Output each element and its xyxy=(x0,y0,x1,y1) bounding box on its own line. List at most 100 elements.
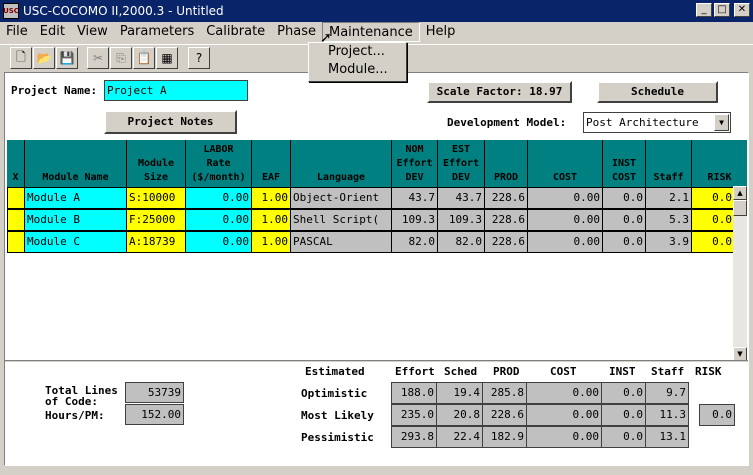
pessimistic-prod: 182.9 xyxy=(482,426,527,448)
labor-rate-cell[interactable]: 0.00 xyxy=(186,231,252,253)
module-name-cell[interactable]: Module B xyxy=(25,209,127,231)
risk-cell[interactable]: 0.0 xyxy=(692,187,735,209)
menu-calibrate[interactable]: Calibrate xyxy=(200,22,271,42)
column-header-cost[interactable]: COST xyxy=(528,140,603,187)
column-header-labor-rate[interactable]: LABOR Rate ($/month) xyxy=(186,140,252,187)
module-name-cell[interactable]: Module C xyxy=(25,231,127,253)
menu-edit[interactable]: Edit xyxy=(34,22,71,42)
prod-cell: 228.6 xyxy=(485,187,528,209)
column-header-x[interactable]: X xyxy=(7,140,25,187)
staff-cell: 2.1 xyxy=(646,187,692,209)
module-grid-header: X Module Name Module Size LABOR Rate ($/… xyxy=(7,140,747,187)
est-effort-cell: 82.0 xyxy=(438,231,485,253)
nom-effort-cell: 43.7 xyxy=(392,187,438,209)
save-icon[interactable]: 💾 xyxy=(56,47,78,69)
row-select-cell[interactable] xyxy=(7,231,25,253)
column-header-prod[interactable]: PROD xyxy=(485,140,528,187)
cost-cell: 0.00 xyxy=(528,209,603,231)
table-row[interactable]: Module A S:10000 0.00 1.00 Object-Orient… xyxy=(7,187,735,209)
most-likely-sched: 20.8 xyxy=(436,404,483,426)
column-header-inst-cost[interactable]: INST COST xyxy=(603,140,646,187)
project-notes-button[interactable]: Project Notes xyxy=(104,110,237,134)
hours-per-pm-field[interactable]: 152.00 xyxy=(125,404,184,425)
module-name-cell[interactable]: Module A xyxy=(25,187,127,209)
development-model-select[interactable]: Post Architecture ▼ xyxy=(583,112,731,133)
row-select-cell[interactable] xyxy=(7,209,25,231)
paste-icon[interactable]: 📋 xyxy=(133,47,155,69)
risk-cell[interactable]: 0.0 xyxy=(692,231,735,253)
scrollbar-thumb[interactable] xyxy=(733,200,747,216)
minimize-button[interactable]: _ xyxy=(696,3,712,17)
menu-item-module[interactable]: Module... xyxy=(309,61,406,79)
cost-cell: 0.00 xyxy=(528,187,603,209)
optimistic-effort: 188.0 xyxy=(391,382,437,404)
inst-cost-cell: 0.0 xyxy=(603,231,646,253)
scroll-down-icon[interactable]: ▼ xyxy=(733,347,747,361)
nom-effort-cell: 82.0 xyxy=(392,231,438,253)
sched-header: Sched xyxy=(444,365,478,378)
pessimistic-sched: 22.4 xyxy=(436,426,483,448)
scroll-up-icon[interactable]: ▲ xyxy=(733,186,747,200)
open-folder-icon[interactable]: 📂 xyxy=(33,47,55,69)
column-header-staff[interactable]: Staff xyxy=(646,140,692,187)
total-loc-label-2: of Code: xyxy=(45,395,98,408)
help-icon[interactable]: ? xyxy=(188,47,210,69)
labor-rate-cell[interactable]: 0.00 xyxy=(186,187,252,209)
table-row[interactable]: Module C A:18739 0.00 1.00 PASCAL 82.0 8… xyxy=(7,231,735,253)
menu-maintenance[interactable]: Maintenance xyxy=(322,22,420,42)
optimistic-prod: 285.8 xyxy=(482,382,527,404)
schedule-button[interactable]: Schedule xyxy=(597,81,718,103)
app-icon[interactable]: USC xyxy=(3,3,19,19)
optimistic-staff: 9.7 xyxy=(645,382,689,404)
title-bar: USC USC-COCOMO II,2000.3 - Untitled _ □ … xyxy=(0,0,753,22)
menu-bar: File Edit View Parameters Calibrate Phas… xyxy=(0,22,753,42)
window-title: USC-COCOMO II,2000.3 - Untitled xyxy=(23,4,224,18)
column-header-est-effort[interactable]: EST Effort DEV xyxy=(438,140,485,187)
prod-header: PROD xyxy=(493,365,520,378)
effort-header: Effort xyxy=(395,365,435,378)
language-cell[interactable]: Shell Script( xyxy=(291,209,392,231)
grid-scrollbar[interactable]: ▲ ▼ xyxy=(733,186,747,361)
close-button[interactable]: ✕ xyxy=(734,3,750,17)
module-size-cell[interactable]: F:25000 xyxy=(127,209,186,231)
pessimistic-inst: 0.0 xyxy=(601,426,646,448)
cut-icon[interactable]: ✂ xyxy=(87,47,109,69)
row-select-cell[interactable] xyxy=(7,187,25,209)
menu-view[interactable]: View xyxy=(71,22,114,42)
mouse-cursor-icon: ➚ xyxy=(320,30,332,46)
column-header-module-size[interactable]: Module Size xyxy=(127,140,186,187)
menu-help[interactable]: Help xyxy=(420,22,462,42)
most-likely-cost: 0.00 xyxy=(526,404,602,426)
column-header-module-name[interactable]: Module Name xyxy=(25,140,127,187)
insert-module-icon[interactable]: ▦ xyxy=(156,47,178,69)
eaf-cell[interactable]: 1.00 xyxy=(252,187,291,209)
staff-header: Staff xyxy=(651,365,685,378)
table-row[interactable]: Module B F:25000 0.00 1.00 Shell Script(… xyxy=(7,209,735,231)
chevron-down-icon[interactable]: ▼ xyxy=(714,114,729,131)
module-size-cell[interactable]: A:18739 xyxy=(127,231,186,253)
prod-cell: 228.6 xyxy=(485,231,528,253)
new-file-icon[interactable]: 🗋 xyxy=(10,47,32,69)
column-header-nom-effort[interactable]: NOM Effort DEV xyxy=(392,140,438,187)
eaf-cell[interactable]: 1.00 xyxy=(252,231,291,253)
language-cell[interactable]: Object-Orient xyxy=(291,187,392,209)
risk-cell[interactable]: 0.0 xyxy=(692,209,735,231)
language-cell[interactable]: PASCAL xyxy=(291,231,392,253)
maximize-button[interactable]: □ xyxy=(714,3,730,17)
labor-rate-cell[interactable]: 0.00 xyxy=(186,209,252,231)
menu-parameters[interactable]: Parameters xyxy=(114,22,200,42)
optimistic-sched: 19.4 xyxy=(436,382,483,404)
most-likely-prod: 228.6 xyxy=(482,404,527,426)
project-name-field[interactable]: Project A xyxy=(104,80,248,101)
eaf-cell[interactable]: 1.00 xyxy=(252,209,291,231)
copy-icon[interactable]: ⎘ xyxy=(110,47,132,69)
column-header-risk[interactable]: RISK xyxy=(692,140,747,187)
menu-phase[interactable]: Phase xyxy=(271,22,322,42)
column-header-language[interactable]: Language xyxy=(291,140,392,187)
scale-factor-button[interactable]: Scale Factor: 18.97 xyxy=(427,81,572,103)
hours-per-pm-label: Hours/PM: xyxy=(45,409,105,422)
column-header-eaf[interactable]: EAF xyxy=(252,140,291,187)
pessimistic-staff: 13.1 xyxy=(645,426,689,448)
menu-file[interactable]: File xyxy=(0,22,34,42)
module-size-cell[interactable]: S:10000 xyxy=(127,187,186,209)
